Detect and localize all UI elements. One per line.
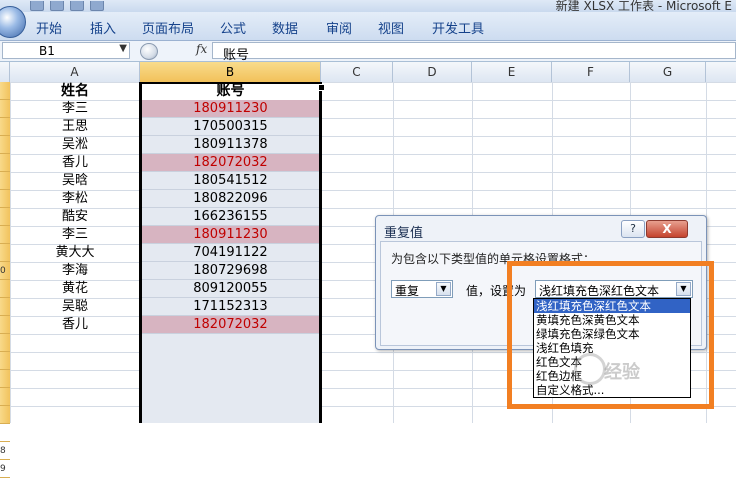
row-header[interactable] bbox=[0, 316, 10, 334]
row-header[interactable] bbox=[0, 154, 10, 172]
account-cell[interactable]: 171152313 bbox=[140, 298, 321, 316]
chevron-down-icon[interactable]: ▼ bbox=[119, 43, 127, 54]
save-icon[interactable] bbox=[30, 1, 44, 11]
cell-b1[interactable]: 账号 bbox=[140, 82, 321, 100]
account-cell[interactable]: 809120055 bbox=[140, 280, 321, 298]
watermark: 经验 bbox=[604, 362, 640, 383]
quick-access-toolbar[interactable] bbox=[30, 0, 140, 11]
tab-data[interactable]: 数据 bbox=[272, 18, 298, 37]
name-cell[interactable]: 李三 bbox=[10, 100, 140, 118]
row-header[interactable] bbox=[0, 244, 10, 262]
tab-review[interactable]: 审阅 bbox=[326, 18, 352, 37]
account-cell[interactable]: 180822096 bbox=[140, 190, 321, 208]
tab-formulas[interactable]: 公式 bbox=[220, 18, 246, 37]
row-header[interactable]: 9 bbox=[0, 460, 10, 478]
name-cell[interactable]: 李松 bbox=[10, 190, 140, 208]
cell-a1[interactable]: 姓名 bbox=[10, 82, 140, 100]
row-header[interactable] bbox=[0, 118, 10, 136]
name-cell[interactable]: 酷安 bbox=[10, 208, 140, 226]
account-cell-duplicate[interactable]: 180911230 bbox=[140, 226, 321, 244]
account-cell[interactable]: 170500315 bbox=[140, 118, 321, 136]
row-header[interactable] bbox=[0, 406, 10, 424]
column-header-c[interactable]: C bbox=[321, 62, 393, 82]
name-cell[interactable]: 黄大大 bbox=[10, 244, 140, 262]
account-cell[interactable]: 166236155 bbox=[140, 208, 321, 226]
formula-content: 账号 bbox=[223, 48, 250, 63]
account-cell[interactable]: 180729698 bbox=[140, 262, 321, 280]
name-cell[interactable]: 吴晗 bbox=[10, 172, 140, 190]
formula-bar: B1 ▼ fx 账号 bbox=[0, 41, 736, 63]
value-type-select[interactable]: 重复 ▼ bbox=[391, 280, 453, 298]
fill-handle[interactable] bbox=[318, 84, 325, 91]
row-header[interactable] bbox=[0, 370, 10, 388]
name-cell[interactable]: 吴淞 bbox=[10, 136, 140, 154]
ribbon: 开始 插入 页面布局 公式 数据 审阅 视图 开发工具 bbox=[0, 6, 736, 41]
name-box[interactable]: B1 ▼ bbox=[2, 42, 130, 59]
row-header[interactable]: 0 bbox=[0, 262, 10, 280]
insert-function-icon[interactable]: fx bbox=[196, 42, 207, 56]
column-header-a[interactable]: A bbox=[10, 62, 140, 82]
name-cell[interactable]: 王思 bbox=[10, 118, 140, 136]
account-cell-duplicate[interactable]: 180911230 bbox=[140, 100, 321, 118]
row-header[interactable]: 8 bbox=[0, 442, 10, 460]
name-cell[interactable]: 香儿 bbox=[10, 154, 140, 172]
chevron-down-icon[interactable]: ▼ bbox=[436, 282, 451, 296]
account-cell[interactable]: 180541512 bbox=[140, 172, 321, 190]
account-cell-duplicate[interactable]: 182072032 bbox=[140, 154, 321, 172]
row-header[interactable] bbox=[0, 136, 10, 154]
name-cell[interactable]: 李三 bbox=[10, 226, 140, 244]
name-box-value: B1 bbox=[39, 44, 55, 58]
name-cell[interactable]: 李海 bbox=[10, 262, 140, 280]
row-header[interactable] bbox=[0, 388, 10, 406]
row-header[interactable] bbox=[0, 82, 10, 100]
column-header-g[interactable]: G bbox=[630, 62, 706, 82]
name-cell[interactable]: 香儿 bbox=[10, 316, 140, 334]
tab-developer[interactable]: 开发工具 bbox=[432, 18, 484, 37]
account-cell[interactable]: 704191122 bbox=[140, 244, 321, 262]
name-cell[interactable]: 黄花 bbox=[10, 280, 140, 298]
undo-icon[interactable] bbox=[50, 1, 64, 11]
row-header[interactable] bbox=[0, 226, 10, 244]
watermark-logo-icon bbox=[574, 353, 606, 385]
name-cell[interactable]: 吴聪 bbox=[10, 298, 140, 316]
row-header[interactable] bbox=[0, 172, 10, 190]
tab-insert[interactable]: 插入 bbox=[90, 18, 116, 37]
column-header-e[interactable]: E bbox=[472, 62, 552, 82]
tab-page-layout[interactable]: 页面布局 bbox=[142, 18, 194, 37]
title-bar: 新建 XLSX 工作表 - Microsoft E bbox=[0, 0, 736, 13]
redo-icon[interactable] bbox=[70, 1, 84, 11]
select-all-corner[interactable] bbox=[0, 62, 10, 82]
account-cell-duplicate[interactable]: 182072032 bbox=[140, 316, 321, 334]
column-headers: A B C D E F G bbox=[0, 62, 736, 83]
column-header-f[interactable]: F bbox=[552, 62, 630, 82]
row-header[interactable] bbox=[0, 190, 10, 208]
column-header-b[interactable]: B bbox=[140, 62, 321, 82]
row-header[interactable] bbox=[0, 424, 10, 442]
selection-border bbox=[139, 82, 142, 423]
column-header-d[interactable]: D bbox=[393, 62, 472, 82]
formula-bar-handle-icon[interactable] bbox=[140, 43, 158, 60]
value-type-selected: 重复 bbox=[395, 284, 420, 298]
office-button-icon[interactable] bbox=[0, 6, 26, 38]
row-header[interactable] bbox=[0, 280, 10, 298]
row-header[interactable] bbox=[0, 100, 10, 118]
dialog-title: 重复值 bbox=[384, 226, 424, 241]
print-preview-icon[interactable] bbox=[90, 1, 104, 11]
tab-home[interactable]: 开始 bbox=[36, 18, 62, 37]
row-header[interactable] bbox=[0, 334, 10, 352]
close-icon[interactable]: X bbox=[646, 220, 688, 238]
highlight-annotation bbox=[507, 261, 714, 409]
row-header[interactable] bbox=[0, 298, 10, 316]
row-header[interactable] bbox=[0, 208, 10, 226]
row-header[interactable] bbox=[0, 352, 10, 370]
help-icon[interactable]: ? bbox=[621, 220, 645, 238]
account-cell[interactable]: 180911378 bbox=[140, 136, 321, 154]
formula-input[interactable]: 账号 bbox=[212, 42, 736, 63]
tab-view[interactable]: 视图 bbox=[378, 18, 404, 37]
